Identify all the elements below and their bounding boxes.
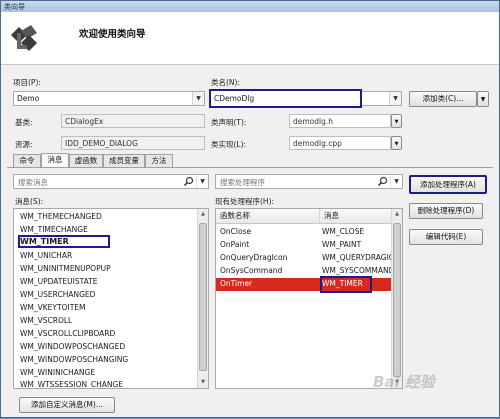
resource-field: IDD_DEMO_DIALOG bbox=[61, 136, 205, 150]
chevron-down-icon[interactable]: ▼ bbox=[389, 92, 401, 105]
list-item[interactable]: WM_VKEYTOITEM bbox=[20, 303, 86, 312]
resource-value: IDD_DEMO_DIALOG bbox=[65, 139, 138, 148]
list-item[interactable]: WM_USERCHANGED bbox=[20, 290, 95, 299]
class-declaration-value: demodlg.h bbox=[293, 117, 334, 126]
list-item[interactable]: WM_UNINITMENUPOPUP bbox=[20, 264, 111, 273]
project-value: Demo bbox=[17, 94, 40, 103]
search-icon[interactable] bbox=[183, 176, 194, 187]
project-label: 项目(P): bbox=[13, 78, 41, 87]
class-declaration-field[interactable]: demodlg.h bbox=[289, 114, 391, 128]
project-combo[interactable]: Demo ▼ bbox=[13, 91, 205, 106]
watermark: Bai 经验 bbox=[373, 373, 435, 391]
handlers-table[interactable]: 函数名称 消息 OnClose WM_CLOSE OnPaint WM_PAIN… bbox=[215, 208, 403, 389]
handlers-scrollbar[interactable]: ▲ ▼ bbox=[391, 209, 402, 388]
list-item[interactable]: WM_WINDOWPOSCHANGING bbox=[20, 355, 128, 364]
class-wizard-window: 类向导 欢迎使用类向导 项目(P): Demo ▼ 类名(N): CDemoDl… bbox=[0, 0, 500, 418]
tab-virtual-functions[interactable]: 虚函数 bbox=[69, 154, 103, 167]
function-name: OnSysCommand bbox=[220, 266, 283, 275]
base-class-value: CDialogEx bbox=[65, 117, 104, 126]
add-class-button[interactable]: 添加类(C)... bbox=[409, 91, 477, 107]
class-implementation-label: 类实现(L): bbox=[211, 140, 247, 149]
messages-scrollbar[interactable]: ▲ ▼ bbox=[197, 209, 208, 388]
class-name-value: CDemoDlg bbox=[214, 94, 255, 103]
table-row[interactable]: OnQueryDragIcon WM_QUERYDRAGICON bbox=[216, 252, 402, 265]
title-bar: 类向导 bbox=[1, 1, 499, 12]
search-handlers-input[interactable]: 搜索处理程序 ▼ bbox=[215, 174, 403, 189]
list-item[interactable]: WM_WTSSESSION_CHANGE bbox=[20, 380, 123, 388]
class-declaration-browse[interactable]: ▼ bbox=[391, 114, 402, 128]
selection-highlight-box bbox=[18, 235, 110, 248]
tab-commands[interactable]: 命令 bbox=[13, 154, 41, 167]
function-name: OnQueryDragIcon bbox=[220, 253, 288, 262]
class-name-combo[interactable]: CDemoDlg bbox=[209, 89, 362, 108]
message-name: WM_SYSCOMMAND bbox=[322, 266, 395, 275]
resource-label: 资源: bbox=[15, 140, 33, 149]
chevron-down-icon[interactable]: ▼ bbox=[192, 92, 204, 105]
add-custom-message-button[interactable]: 添加自定义消息(M)... bbox=[19, 397, 115, 413]
column-header-function[interactable]: 函数名称 bbox=[216, 209, 320, 224]
scroll-down-icon[interactable]: ▼ bbox=[198, 377, 208, 387]
table-row[interactable]: OnPaint WM_PAINT bbox=[216, 239, 400, 252]
chevron-down-icon: ▼ bbox=[394, 141, 399, 147]
list-item[interactable]: WM_WINDOWPOSCHANGED bbox=[20, 342, 125, 351]
selection-highlight-box bbox=[320, 276, 372, 293]
scroll-up-icon[interactable]: ▲ bbox=[392, 209, 402, 219]
column-header-message[interactable]: 消息 bbox=[320, 209, 402, 224]
chevron-down-icon: ▼ bbox=[394, 119, 399, 125]
chevron-down-icon[interactable]: ▼ bbox=[390, 175, 402, 188]
window-title: 类向导 bbox=[4, 3, 25, 11]
base-class-field: CDialogEx bbox=[61, 114, 205, 128]
header-banner: 欢迎使用类向导 bbox=[1, 12, 499, 65]
search-messages-placeholder: 搜索消息 bbox=[18, 178, 48, 187]
class-implementation-value: demodlg.cpp bbox=[293, 139, 342, 148]
scrollbar-thumb[interactable] bbox=[393, 223, 401, 377]
messages-list[interactable]: WM_THEMECHANGED WM_TIMECHANGE WM_TIMER W… bbox=[13, 208, 209, 389]
chevron-down-icon: ▼ bbox=[480, 96, 486, 103]
tab-methods[interactable]: 方法 bbox=[145, 154, 173, 167]
class-name-label: 类名(N): bbox=[211, 78, 240, 87]
messages-label: 消息(S): bbox=[15, 197, 44, 206]
delete-handler-button[interactable]: 删除处理程序(D) bbox=[409, 203, 483, 219]
list-item[interactable]: WM_TIMECHANGE bbox=[20, 225, 88, 234]
list-item[interactable]: WM_VSCROLLCLIPBOARD bbox=[20, 329, 115, 338]
list-item[interactable]: WM_THEMECHANGED bbox=[20, 212, 102, 221]
class-implementation-browse[interactable]: ▼ bbox=[391, 136, 402, 150]
base-class-label: 基类: bbox=[15, 118, 33, 127]
table-row-selected[interactable]: OnTimer WM_TIMER bbox=[216, 278, 400, 291]
list-item[interactable]: WM_UNICHAR bbox=[20, 251, 72, 260]
edit-code-button[interactable]: 编辑代码(E) bbox=[409, 229, 483, 245]
chevron-down-icon[interactable]: ▼ bbox=[196, 175, 208, 188]
tab-member-variables[interactable]: 成员变量 bbox=[103, 154, 145, 167]
header-title: 欢迎使用类向导 bbox=[79, 29, 146, 40]
list-item[interactable]: WM_WININICHANGE bbox=[20, 368, 95, 377]
table-row[interactable]: OnSysCommand WM_SYSCOMMAND bbox=[216, 265, 400, 278]
add-handler-button[interactable]: 添加处理程序(A) bbox=[409, 175, 487, 194]
message-name: WM_CLOSE bbox=[322, 227, 365, 236]
class-wizard-icon bbox=[11, 25, 37, 51]
list-item[interactable]: WM_VSCROLL bbox=[20, 316, 72, 325]
scrollbar-thumb[interactable] bbox=[199, 223, 207, 371]
class-declaration-label: 类声明(T): bbox=[211, 118, 247, 127]
search-messages-input[interactable]: 搜索消息 ▼ bbox=[13, 174, 209, 189]
function-name: OnClose bbox=[220, 227, 252, 236]
function-name: OnPaint bbox=[220, 240, 250, 249]
table-row[interactable]: OnClose WM_CLOSE bbox=[216, 226, 400, 239]
class-name-combo-dropdown[interactable]: ▼ bbox=[362, 91, 402, 106]
tab-messages[interactable]: 消息 bbox=[41, 153, 69, 167]
add-class-dropdown-button[interactable]: ▼ bbox=[477, 91, 489, 107]
list-item[interactable]: WM_UPDATEUISTATE bbox=[20, 277, 98, 286]
search-icon[interactable] bbox=[377, 176, 388, 187]
handlers-label: 现有处理程序(H): bbox=[215, 197, 275, 206]
scroll-up-icon[interactable]: ▲ bbox=[198, 209, 208, 219]
search-handlers-placeholder: 搜索处理程序 bbox=[220, 178, 265, 187]
class-implementation-field[interactable]: demodlg.cpp bbox=[289, 136, 391, 150]
function-name: OnTimer bbox=[220, 279, 253, 288]
message-name: WM_PAINT bbox=[322, 240, 362, 249]
